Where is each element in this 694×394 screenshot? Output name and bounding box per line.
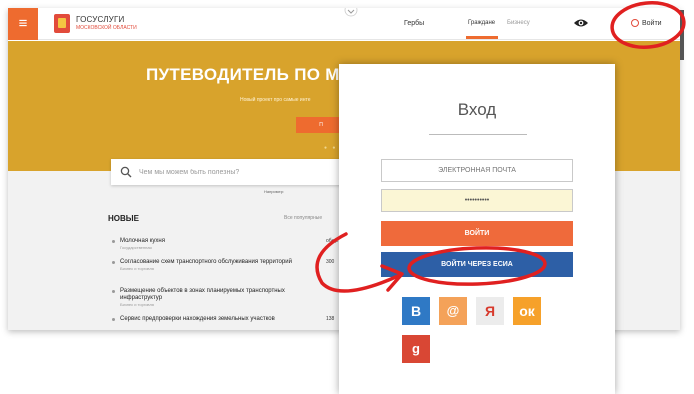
hamburger-icon[interactable]: ≡ xyxy=(8,8,38,40)
logo-subtitle: МОСКОВСКОЙ ОБЛАСТИ xyxy=(76,24,137,31)
site-logo[interactable]: ГОСУСЛУГИ МОСКОВСКОЙ ОБЛАСТИ xyxy=(54,14,137,33)
vk-icon[interactable]: В xyxy=(402,297,430,325)
list-item[interactable]: Сервис предпроверки нахождения земельных… xyxy=(112,316,334,323)
service-count: 300 xyxy=(326,259,335,265)
service-count: 138 xyxy=(326,316,335,322)
google-icon[interactable]: g xyxy=(402,335,430,363)
chevron-down-icon[interactable] xyxy=(344,8,358,18)
list-item[interactable]: Молочная кухня Государственная обще xyxy=(112,238,338,251)
service-category: Бизнес и торговля xyxy=(120,266,154,271)
bullet-icon xyxy=(112,290,115,293)
section-more-link[interactable]: Все популярные xyxy=(284,215,322,221)
service-title: Согласование схем транспортного обслужив… xyxy=(120,259,292,265)
list-item[interactable]: Размещение объектов в зонах планируемых … xyxy=(112,288,320,308)
mail-ru-icon[interactable]: @ xyxy=(439,297,467,325)
user-icon xyxy=(631,19,639,27)
screenshot: ≡ ГОСУСЛУГИ МОСКОВСКОЙ ОБЛАСТИ Гербы Гра… xyxy=(0,0,694,394)
bullet-icon xyxy=(112,318,115,321)
header-login-link[interactable]: Войти xyxy=(631,19,662,27)
nav-active-indicator xyxy=(466,36,498,39)
service-title: Молочная кухня xyxy=(120,238,165,244)
section-title: НОВЫЕ xyxy=(108,214,139,223)
login-button[interactable]: ВОЙТИ xyxy=(381,221,573,246)
site-header: ≡ ГОСУСЛУГИ МОСКОВСКОЙ ОБЛАСТИ Гербы Гра… xyxy=(8,8,680,40)
modal-title: Вход xyxy=(457,100,497,119)
bullet-icon xyxy=(112,240,115,243)
logo-title: ГОСУСЛУГИ xyxy=(76,14,125,24)
service-title: Сервис предпроверки нахождения земельных… xyxy=(120,316,275,322)
service-count: обще xyxy=(326,238,339,244)
esia-login-button[interactable]: ВОЙТИ ЧЕРЕЗ ЕСИА xyxy=(381,252,573,277)
email-field[interactable] xyxy=(381,159,573,182)
search-bar xyxy=(111,159,351,185)
header-login-label: Войти xyxy=(642,19,662,27)
password-field[interactable] xyxy=(381,189,573,212)
list-item[interactable]: Согласование схем транспортного обслужив… xyxy=(112,259,334,272)
coat-of-arms-icon xyxy=(54,14,70,33)
eye-icon[interactable] xyxy=(573,17,589,29)
search-icon xyxy=(120,166,132,178)
yandex-icon[interactable]: Я xyxy=(476,297,504,325)
nav-business[interactable]: Бизнесу xyxy=(507,20,530,26)
hero-title: ПУТЕВОДИТЕЛЬ ПО МО xyxy=(146,65,354,84)
divider xyxy=(429,134,527,135)
bullet-icon xyxy=(112,261,115,264)
nav-citizens[interactable]: Граждане xyxy=(468,20,495,26)
scrollbar[interactable] xyxy=(680,10,684,60)
service-title: Размещение объектов в зонах планируемых … xyxy=(120,288,285,301)
service-category: Государственная xyxy=(120,245,152,250)
login-modal: Вход ВОЙТИ ВОЙТИ ЧЕРЕЗ ЕСИА В @ Я ок g xyxy=(339,64,615,394)
hero-subtitle: Новый проект про самые инте xyxy=(240,97,311,103)
nav-gerby[interactable]: Гербы xyxy=(404,20,424,27)
search-input[interactable] xyxy=(139,164,339,180)
search-hint: Например: xyxy=(264,189,285,194)
odnoklassniki-icon[interactable]: ок xyxy=(513,297,541,325)
service-category: Бизнес и торговля xyxy=(120,302,154,307)
